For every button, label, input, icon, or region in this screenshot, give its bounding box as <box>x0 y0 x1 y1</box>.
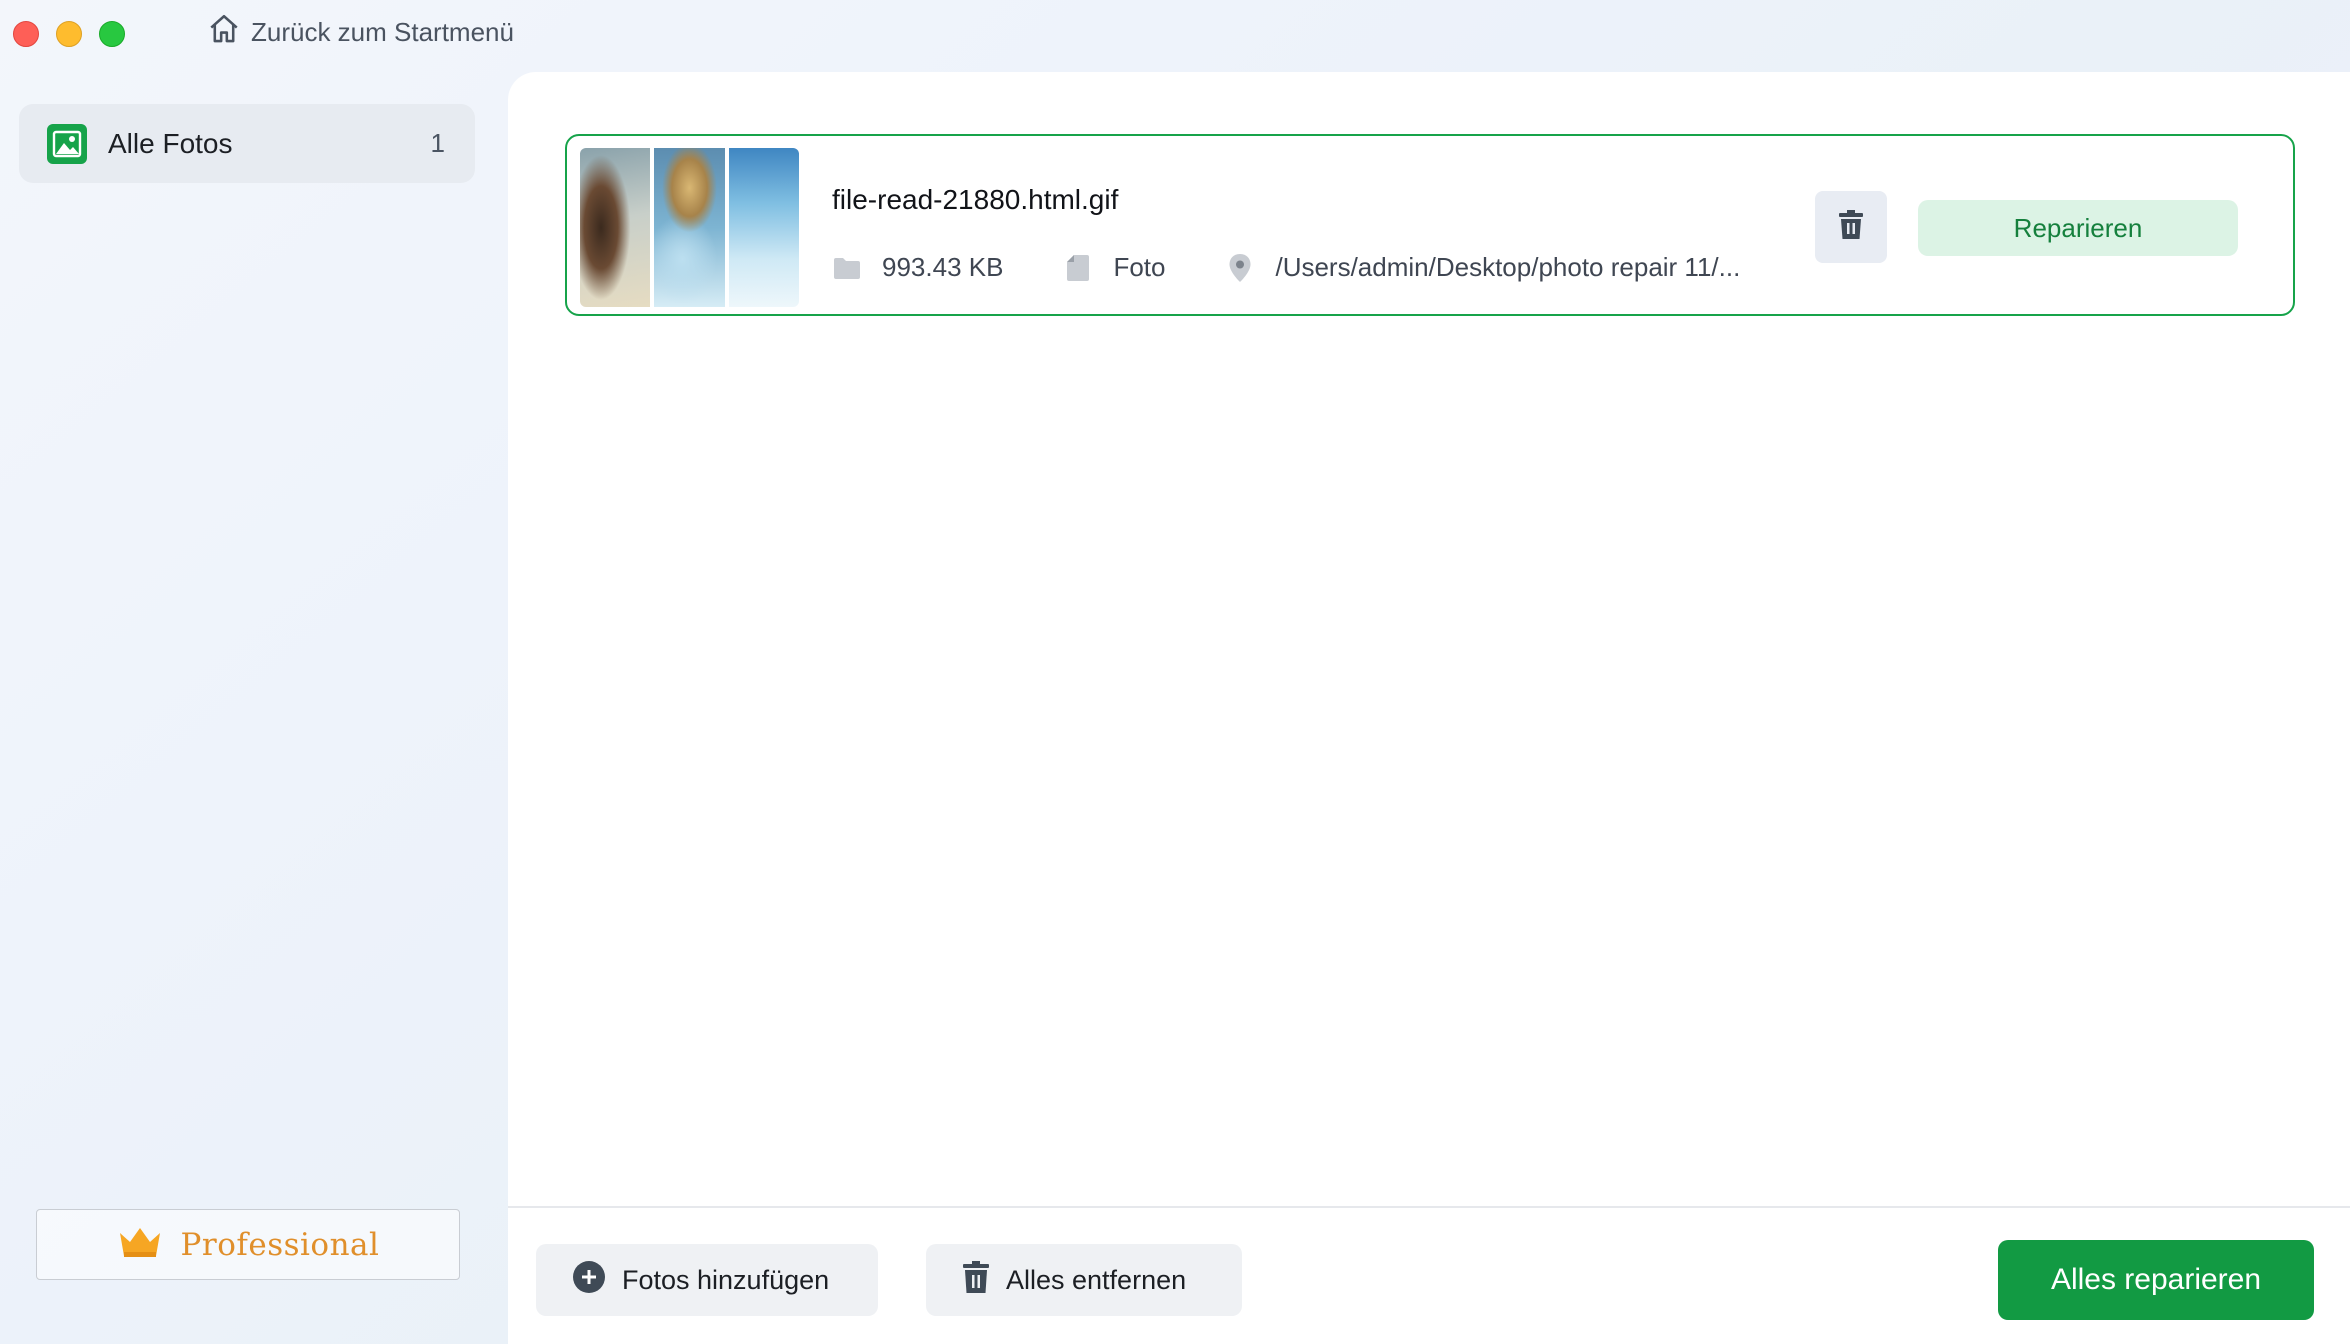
close-window-button[interactable] <box>13 21 39 47</box>
sidebar-item-count: 1 <box>430 128 445 158</box>
thumbnail-frame-1 <box>580 148 651 307</box>
thumbnail-frame-2 <box>654 148 725 307</box>
sidebar-item-label: Alle Fotos <box>108 127 233 159</box>
add-photos-label: Fotos hinzufügen <box>622 1264 830 1295</box>
main-panel: file-read-21880.html.gif 993.43 KB Foto … <box>508 72 2350 1344</box>
professional-label: Professional <box>180 1226 380 1263</box>
repair-all-button[interactable]: Alles reparieren <box>1998 1240 2314 1320</box>
trash-icon <box>962 1260 990 1301</box>
remove-all-button[interactable]: Alles entfernen <box>926 1244 1242 1316</box>
plus-circle-icon <box>572 1260 606 1301</box>
file-type: Foto <box>1113 252 1166 282</box>
file-path: /Users/admin/Desktop/photo repair 11/... <box>1275 252 1741 282</box>
remove-all-label: Alles entfernen <box>1006 1264 1187 1295</box>
crown-icon <box>117 1224 163 1265</box>
app-window: Zurück zum Startmenü Alle Fotos 1 Profes… <box>0 0 2350 1344</box>
photo-icon <box>47 123 87 164</box>
file-card[interactable]: file-read-21880.html.gif 993.43 KB Foto … <box>565 134 2295 316</box>
back-to-start-label: Zurück zum Startmenü <box>251 16 514 47</box>
sidebar-item-all-photos[interactable]: Alle Fotos 1 <box>19 104 475 183</box>
add-photos-button[interactable]: Fotos hinzufügen <box>536 1244 878 1316</box>
repair-file-button[interactable]: Reparieren <box>1918 200 2238 256</box>
footer-divider <box>508 1206 2350 1208</box>
trash-icon <box>1837 209 1865 246</box>
folder-icon <box>832 253 862 283</box>
document-icon <box>1063 253 1093 283</box>
home-icon <box>207 12 241 53</box>
file-size: 993.43 KB <box>882 252 1004 282</box>
file-thumbnail <box>580 148 799 307</box>
window-controls <box>13 21 125 47</box>
file-size-group: 993.43 KB <box>832 252 1003 283</box>
maximize-window-button[interactable] <box>99 21 125 47</box>
file-path-group: /Users/admin/Desktop/photo repair 11/... <box>1225 252 1740 283</box>
delete-file-button[interactable] <box>1815 191 1887 263</box>
file-name: file-read-21880.html.gif <box>832 184 1119 215</box>
back-to-start-link[interactable]: Zurück zum Startmenü <box>207 14 514 50</box>
file-meta: 993.43 KB Foto /Users/admin/Desktop/phot… <box>832 252 1740 283</box>
location-pin-icon <box>1225 253 1255 283</box>
thumbnail-frame-3 <box>728 148 799 307</box>
file-type-group: Foto <box>1063 252 1165 283</box>
professional-upgrade-button[interactable]: Professional <box>36 1209 460 1280</box>
minimize-window-button[interactable] <box>56 21 82 47</box>
